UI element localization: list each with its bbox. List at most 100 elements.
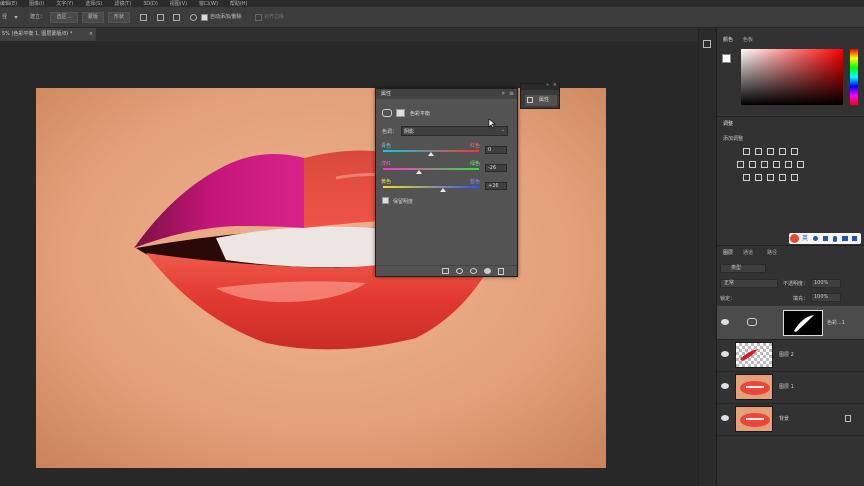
- fill-input[interactable]: 100%: [811, 293, 841, 302]
- reset-icon[interactable]: [470, 268, 477, 274]
- yellow-blue-value[interactable]: +26: [485, 182, 507, 190]
- layer-mask-thumbnail[interactable]: [783, 310, 823, 336]
- layer-name[interactable]: 背景: [779, 402, 789, 436]
- moon-icon[interactable]: [813, 236, 818, 241]
- mouse-cursor-icon: [488, 118, 496, 129]
- chevron-down-icon[interactable]: [14, 16, 18, 19]
- divider: [717, 116, 864, 117]
- opacity-label: 不透明度：: [783, 281, 809, 287]
- auto-add-checkbox[interactable]: [201, 14, 208, 21]
- layer-filter-value: 类型: [731, 265, 742, 271]
- view-previous-icon[interactable]: [456, 268, 463, 274]
- document-tab[interactable]: 5% (色彩平衡 1, 图层蒙版/8) * ×: [0, 28, 96, 41]
- collapsed-panel-dock[interactable]: » × 属性: [520, 82, 560, 109]
- align-edges-checkbox[interactable]: [255, 14, 262, 21]
- layer-name[interactable]: 图层 2: [779, 338, 794, 372]
- history-icon[interactable]: [703, 40, 711, 48]
- shape-button[interactable]: 形状: [108, 12, 130, 23]
- tab-channels[interactable]: 通道: [743, 248, 753, 258]
- layer-thumbnail[interactable]: [735, 406, 773, 432]
- align-edges-label: 对齐边缘: [264, 14, 285, 20]
- properties-mini-button[interactable]: 属性: [525, 95, 557, 106]
- eye-icon[interactable]: [721, 351, 729, 357]
- color-balance-icon[interactable]: [749, 161, 756, 168]
- mask-icon[interactable]: [396, 109, 405, 117]
- skin-icon[interactable]: [852, 236, 857, 241]
- threshold-icon[interactable]: [767, 174, 774, 181]
- panel-menu-icon[interactable]: ≡: [509, 89, 514, 99]
- eye-icon[interactable]: [484, 268, 491, 274]
- layer-name[interactable]: 色彩...1: [827, 306, 845, 340]
- collapse-icon[interactable]: »: [501, 89, 505, 99]
- yellow-blue-slider[interactable]: [383, 186, 479, 188]
- black-white-icon[interactable]: [761, 161, 768, 168]
- brightness-icon[interactable]: [743, 148, 750, 155]
- path-ops-icon[interactable]: [140, 14, 147, 21]
- gradient-map-icon[interactable]: [779, 174, 786, 181]
- curves-icon[interactable]: [767, 148, 774, 155]
- path-align-icon[interactable]: [157, 14, 164, 21]
- layer-row-color-balance[interactable]: 色彩...1: [717, 306, 864, 340]
- microphone-icon[interactable]: [833, 236, 837, 242]
- path-arrange-icon[interactable]: [173, 14, 180, 21]
- posterize-icon[interactable]: [755, 174, 762, 181]
- layer-row-layer1[interactable]: 图层 1: [717, 370, 864, 404]
- foreground-color-swatch[interactable]: [722, 54, 731, 63]
- close-icon[interactable]: ×: [89, 28, 93, 41]
- layer-thumbnail[interactable]: [735, 342, 773, 368]
- tab-paths[interactable]: 路径: [767, 248, 777, 258]
- eye-icon[interactable]: [721, 415, 729, 421]
- levels-icon[interactable]: [755, 148, 762, 155]
- ime-toolbar[interactable]: 英: [789, 233, 861, 244]
- opacity-input[interactable]: 100%: [811, 279, 841, 288]
- hue-saturation-icon[interactable]: [737, 161, 744, 168]
- clip-to-layer-icon[interactable]: [442, 268, 449, 274]
- ime-mode-label[interactable]: 英: [802, 233, 808, 244]
- eye-icon[interactable]: [721, 319, 729, 325]
- magenta-green-slider[interactable]: [383, 168, 479, 170]
- blend-mode-select[interactable]: 正常: [720, 279, 778, 288]
- balance-scale-icon: [382, 109, 392, 117]
- vibrance-icon[interactable]: [791, 148, 798, 155]
- magenta-green-slider-knob[interactable]: [415, 170, 422, 174]
- hue-slider[interactable]: [850, 49, 858, 105]
- punctuation-icon[interactable]: [823, 236, 828, 241]
- selective-color-icon[interactable]: [791, 174, 798, 181]
- trash-icon[interactable]: [498, 268, 504, 275]
- preserve-luminosity-checkbox[interactable]: [382, 197, 389, 204]
- layer-filter-select[interactable]: 类型: [720, 264, 766, 273]
- opacity-value: 100%: [814, 280, 829, 286]
- tab-layers[interactable]: 图层: [723, 248, 733, 258]
- keyboard-icon[interactable]: [842, 236, 848, 241]
- cyan-red-slider-knob[interactable]: [428, 152, 434, 156]
- layer-row-layer2[interactable]: 图层 2: [717, 338, 864, 372]
- lips-photo[interactable]: [36, 88, 606, 468]
- photo-filter-icon[interactable]: [773, 161, 780, 168]
- selection-button[interactable]: 选区...: [50, 12, 78, 23]
- layer-row-background[interactable]: 背景: [717, 402, 864, 436]
- mask-button[interactable]: 蒙版: [82, 12, 104, 23]
- magenta-green-value[interactable]: -26: [485, 164, 507, 172]
- gear-icon[interactable]: [190, 14, 197, 21]
- invert-icon[interactable]: [743, 174, 750, 181]
- tool-mode-label[interactable]: 径: [2, 12, 7, 23]
- layer-name[interactable]: 图层 1: [779, 370, 794, 404]
- channel-mixer-icon[interactable]: [785, 161, 792, 168]
- yellow-blue-slider-knob[interactable]: [440, 188, 447, 192]
- cyan-red-value[interactable]: 0: [485, 146, 507, 154]
- create-label: 建立：: [30, 14, 46, 20]
- eye-icon[interactable]: [721, 383, 729, 389]
- tab-adjustments[interactable]: 调整: [723, 119, 733, 129]
- properties-tab[interactable]: 属性: [381, 89, 391, 99]
- layer-filter-icons[interactable]: [772, 265, 852, 272]
- expand-icon[interactable]: »: [546, 82, 549, 88]
- close-icon[interactable]: ×: [553, 82, 557, 88]
- auto-add-label: 自动添加/删除: [210, 14, 242, 20]
- color-lookup-icon[interactable]: [797, 161, 804, 168]
- exposure-icon[interactable]: [779, 148, 786, 155]
- tab-swatches[interactable]: 色板: [743, 35, 753, 45]
- layer-thumbnail[interactable]: [735, 374, 773, 400]
- color-picker-field[interactable]: [741, 49, 843, 105]
- tab-color[interactable]: 颜色: [723, 35, 733, 45]
- lock-label: 锁定：: [720, 296, 736, 302]
